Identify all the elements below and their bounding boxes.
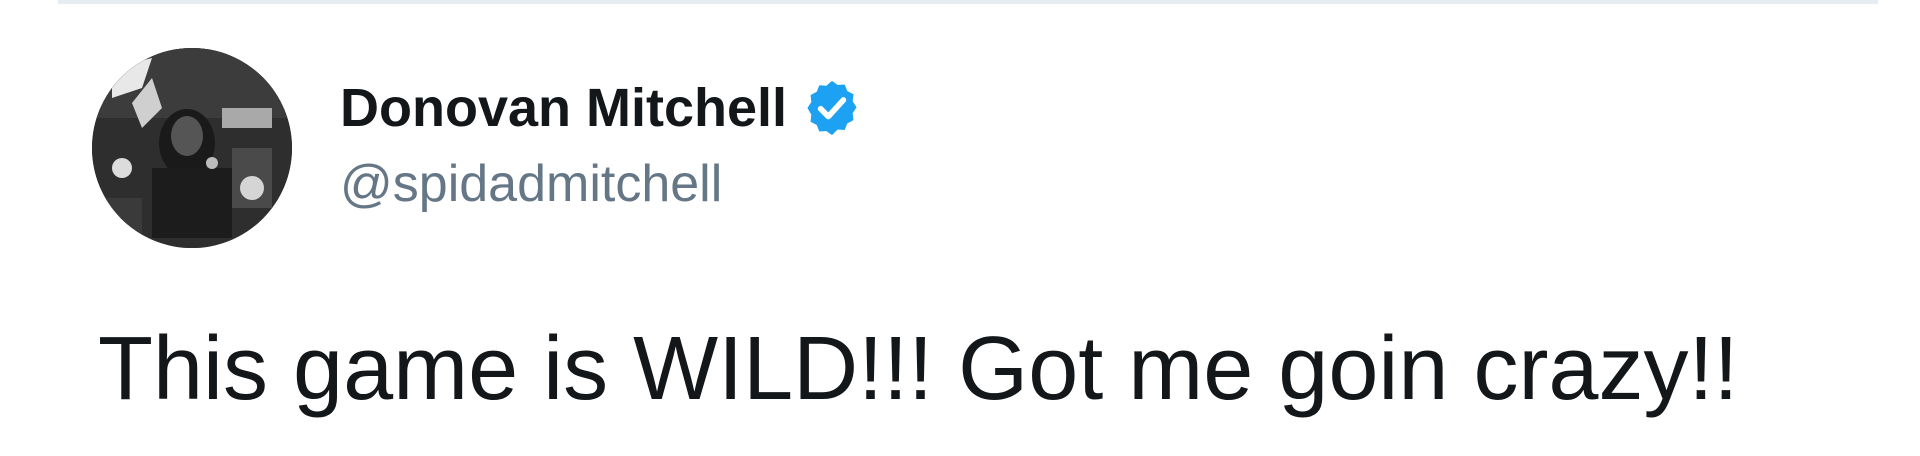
verified-badge-icon (801, 77, 863, 139)
display-name[interactable]: Donovan Mitchell (340, 77, 787, 139)
top-divider (58, 0, 1878, 4)
avatar-photo (92, 48, 292, 248)
tweet-card: Donovan Mitchell @spidadmitchell This ga… (0, 0, 1920, 456)
tweet-text: This game is WILD!!! Got me goin crazy!! (98, 319, 1739, 419)
author-handle[interactable]: @spidadmitchell (340, 154, 722, 214)
avatar[interactable] (92, 48, 292, 248)
author-row[interactable]: Donovan Mitchell (340, 72, 863, 144)
